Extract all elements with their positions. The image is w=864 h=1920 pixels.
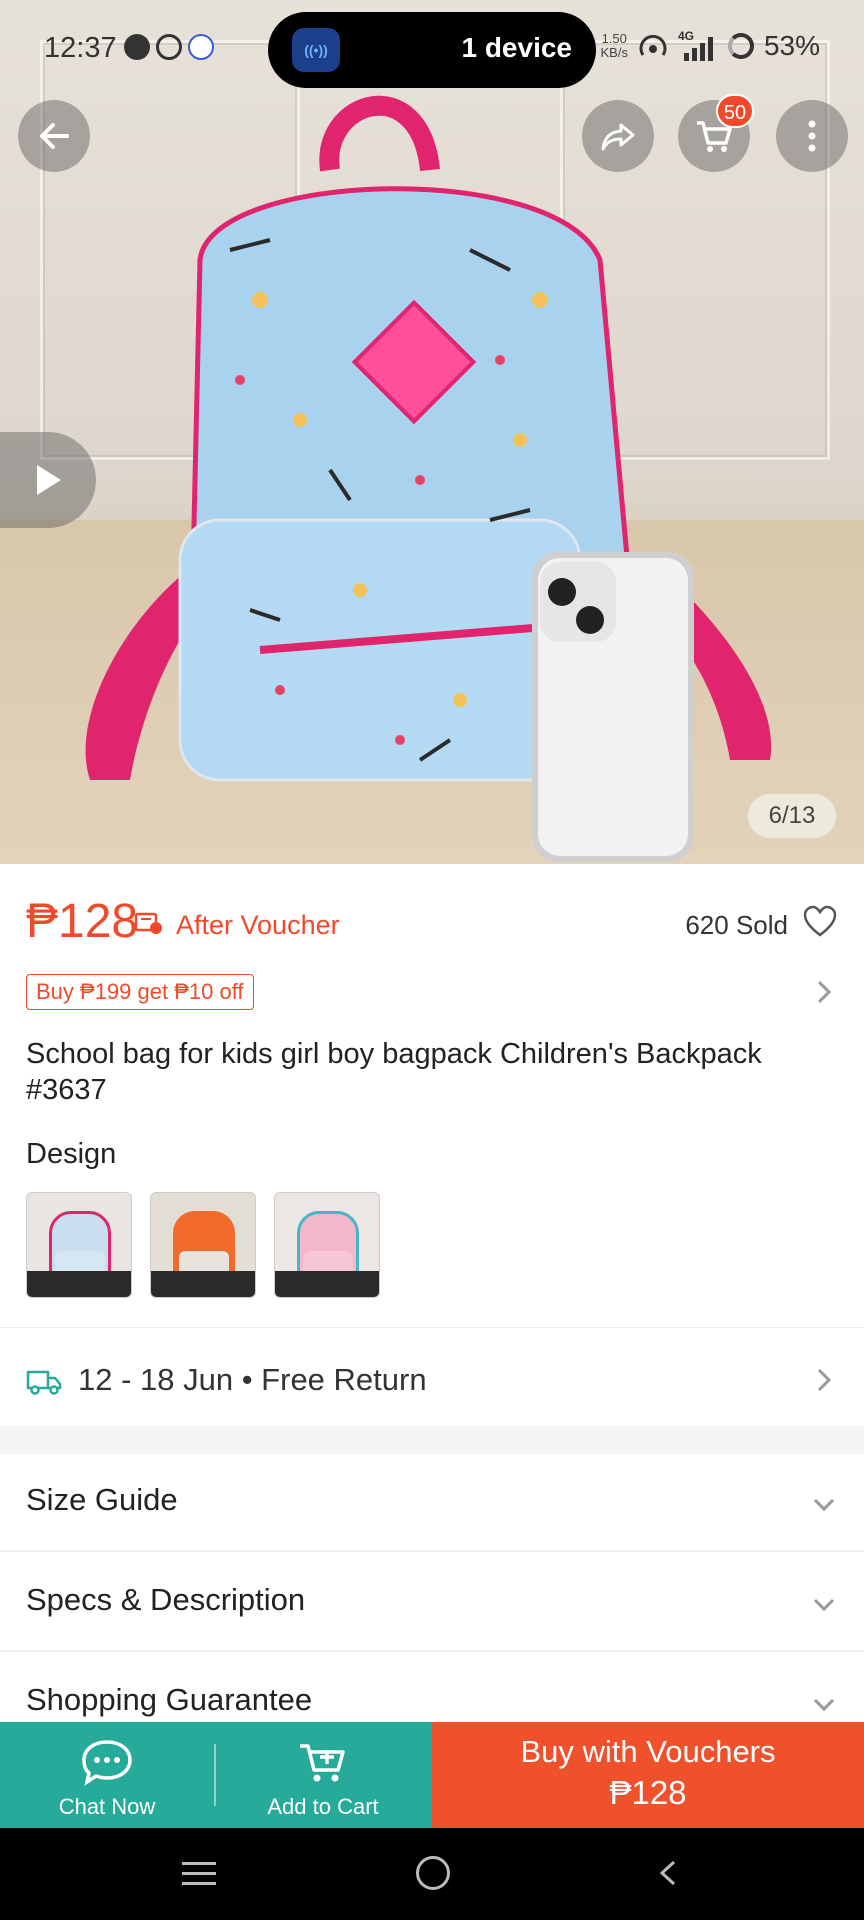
design-label: Design — [26, 1138, 117, 1170]
signal-icon: 4G — [677, 29, 718, 61]
chat-icon — [82, 1740, 132, 1786]
promo-tag[interactable]: Buy ₱199 get ₱10 off — [26, 974, 254, 1010]
chat-now-label: Chat Now — [58, 1794, 156, 1819]
battery-level: 53% — [763, 30, 820, 61]
chevron-right-icon[interactable] — [810, 976, 838, 1008]
cart-count-badge: 50 — [716, 94, 754, 128]
chevron-right-icon — [817, 1368, 832, 1392]
price: ₱128 — [26, 895, 139, 948]
design-option-1[interactable] — [26, 1192, 132, 1298]
design-options — [26, 1192, 380, 1298]
buy-price: ₱128 — [609, 1774, 687, 1811]
share-button[interactable] — [582, 100, 654, 172]
after-voucher-label: After Voucher — [176, 910, 340, 940]
buy-with-vouchers-button[interactable]: Buy with Vouchers ₱128 — [432, 1722, 864, 1828]
app-notification-icon — [188, 34, 214, 60]
sold-count: 620 Sold — [685, 910, 788, 940]
chevron-down-icon — [813, 1598, 835, 1612]
add-to-cart-label: Add to Cart — [267, 1794, 379, 1819]
net-speed: 1.50 KB/s — [600, 32, 627, 60]
home-button[interactable] — [416, 1856, 450, 1890]
status-bar: 12:37 ((•)) 1 device 1.50 KB/s 4G 53% — [0, 0, 864, 100]
more-vertical-icon — [808, 120, 816, 152]
status-time: 12:37 — [44, 32, 117, 64]
more-options-button[interactable] — [776, 100, 848, 172]
guarantee-label: Shopping Guarantee — [26, 1682, 313, 1717]
design-option-3[interactable] — [274, 1192, 380, 1298]
chat-now-button[interactable]: Chat Now — [0, 1722, 214, 1828]
back-button[interactable] — [18, 100, 90, 172]
specs-description-section[interactable]: Specs & Description — [0, 1554, 864, 1652]
divider — [0, 1327, 864, 1328]
network-type: 4G — [677, 29, 694, 43]
chevron-down-icon — [813, 1498, 835, 1512]
add-cart-icon — [300, 1744, 345, 1782]
specs-label: Specs & Description — [26, 1582, 306, 1617]
hotspot-icon — [639, 34, 667, 56]
product-title: School bag for kids girl boy bagpack Chi… — [26, 1038, 762, 1106]
system-indicators: 1.50 KB/s 4G 53% — [600, 29, 820, 62]
voucher-icon — [134, 912, 162, 934]
battery-icon — [727, 33, 754, 59]
cast-pill[interactable]: ((•)) 1 device — [268, 12, 596, 88]
secondary-actions: Chat Now Add to Cart — [0, 1722, 432, 1828]
recents-button[interactable] — [182, 1862, 216, 1892]
cast-icon: ((•)) — [292, 28, 340, 72]
size-guide-section[interactable]: Size Guide — [0, 1454, 864, 1552]
delivery-text: 12 - 18 Jun • Free Return — [78, 1362, 427, 1397]
play-video-button[interactable] — [0, 432, 96, 528]
chevron-down-icon — [813, 1698, 835, 1712]
cart-button[interactable]: 50 — [678, 94, 754, 172]
whatsapp-icon — [156, 34, 182, 60]
buy-label: Buy with Vouchers — [520, 1734, 776, 1769]
arrow-left-icon — [40, 123, 69, 149]
system-navigation-bar — [0, 1828, 864, 1920]
heart-icon[interactable] — [802, 904, 838, 940]
share-icon — [601, 123, 635, 151]
notification-icons — [124, 34, 214, 60]
bottom-action-bar: Chat Now Add to Cart Buy with Vouchers ₱… — [0, 1722, 864, 1828]
truck-icon — [26, 1370, 62, 1395]
add-to-cart-button[interactable]: Add to Cart — [216, 1722, 430, 1828]
play-icon — [37, 465, 61, 495]
design-option-2[interactable] — [150, 1192, 256, 1298]
net-speed-unit: KB/s — [600, 45, 628, 60]
chat-bubble-icon — [124, 34, 150, 60]
cast-pill-label: 1 device — [461, 32, 572, 63]
section-separator — [0, 1426, 864, 1454]
size-guide-label: Size Guide — [26, 1482, 178, 1517]
image-counter: 6/13 — [748, 794, 836, 838]
back-nav-button[interactable] — [654, 1858, 682, 1888]
net-speed-value: 1.50 — [601, 31, 627, 46]
delivery-row[interactable]: 12 - 18 Jun • Free Return — [26, 1354, 838, 1414]
price-row: ₱128 After Voucher 620 Sold — [26, 894, 838, 954]
